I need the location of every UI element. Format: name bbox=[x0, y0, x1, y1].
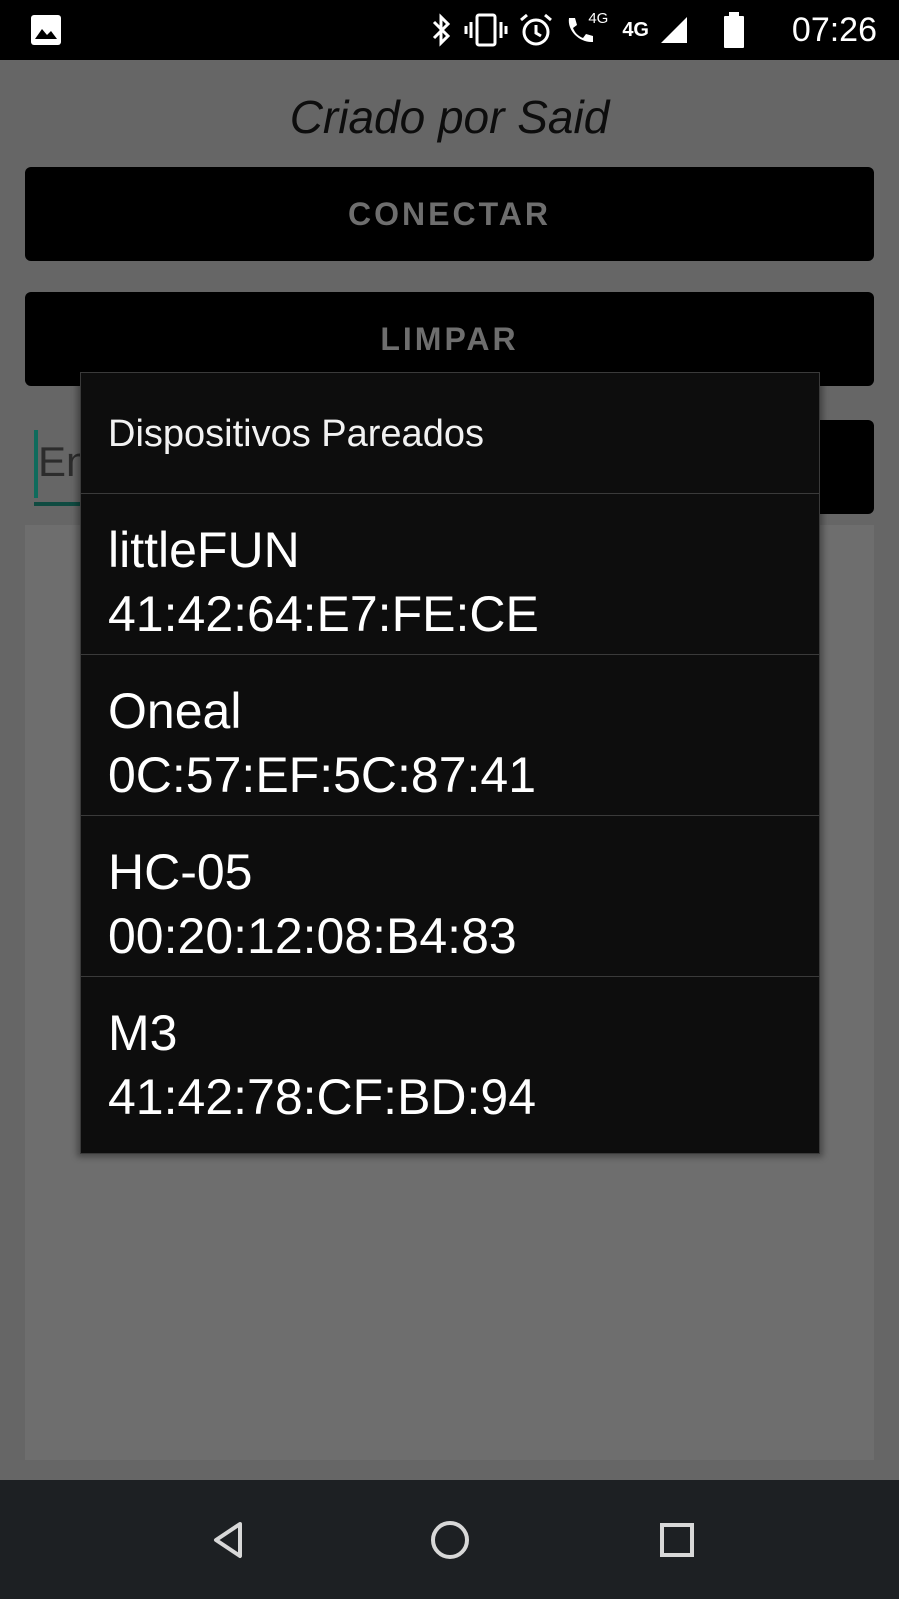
screen: 4G 4G 07:26 Criado por Said CONECTAR LIM… bbox=[0, 0, 899, 1599]
battery-icon bbox=[724, 12, 744, 48]
device-mac: 00:20:12:08:B4:83 bbox=[108, 908, 517, 964]
connect-button[interactable]: CONECTAR bbox=[25, 167, 874, 261]
home-icon[interactable] bbox=[428, 1518, 472, 1562]
device-item[interactable]: HC-05 00:20:12:08:B4:83 bbox=[81, 815, 819, 976]
device-mac: 41:42:64:E7:FE:CE bbox=[108, 586, 539, 642]
paired-devices-dialog: Dispositivos Pareados littleFUN 41:42:64… bbox=[80, 372, 820, 1154]
device-item[interactable]: littleFUN 41:42:64:E7:FE:CE bbox=[81, 493, 819, 654]
status-icons: 4G 4G bbox=[430, 10, 747, 50]
back-icon[interactable] bbox=[206, 1518, 250, 1562]
recents-icon[interactable] bbox=[655, 1518, 699, 1562]
device-item[interactable]: Oneal 0C:57:EF:5C:87:41 bbox=[81, 654, 819, 815]
device-name: M3 bbox=[108, 1005, 178, 1061]
signal-icon bbox=[661, 17, 687, 43]
app-title: Criado por Said bbox=[289, 91, 610, 143]
clock: 07:26 bbox=[791, 11, 877, 49]
device-item[interactable]: M3 41:42:78:CF:BD:94 bbox=[81, 976, 819, 1137]
network-type-label: 4G bbox=[622, 18, 649, 41]
call-badge: 4G bbox=[588, 10, 609, 27]
bluetooth-icon bbox=[433, 13, 451, 47]
device-name: Oneal bbox=[108, 683, 242, 739]
volte-call-icon: 4G bbox=[564, 10, 612, 48]
navigation-bar bbox=[0, 1480, 899, 1599]
dialog-title: Dispositivos Pareados bbox=[108, 413, 484, 455]
device-name: HC-05 bbox=[108, 844, 253, 900]
device-mac: 0C:57:EF:5C:87:41 bbox=[108, 747, 537, 803]
device-name: littleFUN bbox=[108, 522, 300, 578]
alarm-icon bbox=[520, 13, 553, 46]
vibrate-icon bbox=[464, 13, 508, 47]
gallery-icon bbox=[31, 15, 61, 45]
status-bar: 4G 4G 07:26 bbox=[0, 0, 899, 60]
device-mac: 41:42:78:CF:BD:94 bbox=[108, 1069, 537, 1125]
